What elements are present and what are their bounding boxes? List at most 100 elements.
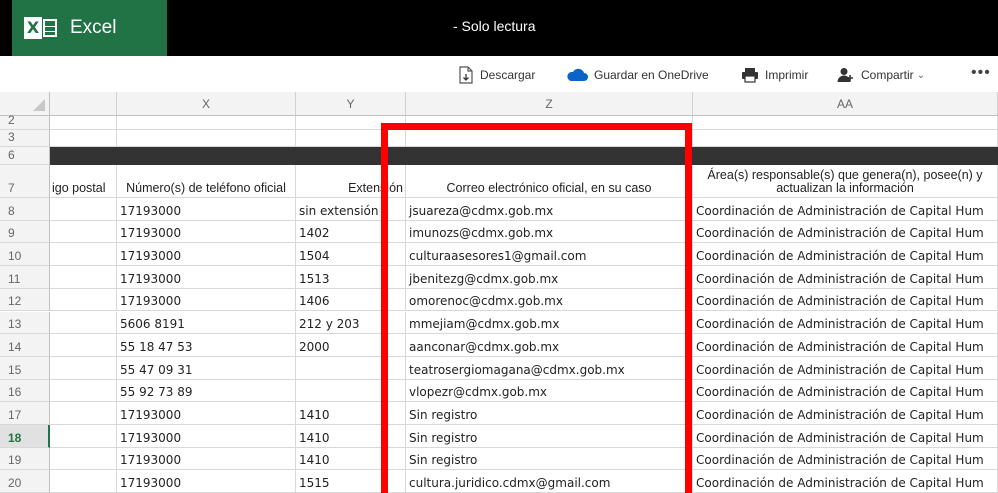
more-options-icon[interactable]: ••• xyxy=(971,64,991,82)
column-header-aa[interactable]: AA xyxy=(693,92,998,116)
cell[interactable] xyxy=(117,130,296,147)
column-header-z[interactable]: Z xyxy=(406,92,693,116)
cell[interactable] xyxy=(296,116,406,130)
column-header-y[interactable]: Y xyxy=(296,92,406,116)
cell[interactable] xyxy=(50,334,117,357)
excel-app-tile[interactable]: X Excel xyxy=(12,0,167,56)
row-header[interactable]: 9 xyxy=(0,220,50,244)
cell-x[interactable]: 17193000 xyxy=(117,198,296,221)
cell-y[interactable]: sin extensión xyxy=(296,198,406,221)
cell-z[interactable]: jsuareza@cdmx.gob.mx xyxy=(406,198,693,221)
header-cell-phone[interactable]: Número(s) de teléfono oficial xyxy=(117,165,296,198)
cell-y[interactable]: 1504 xyxy=(296,243,406,267)
cell-z[interactable]: Sin registro xyxy=(406,425,693,448)
cell-y[interactable]: 1406 xyxy=(296,288,406,312)
row-header[interactable]: 13 xyxy=(0,311,50,335)
row-header[interactable]: 18 xyxy=(0,425,50,448)
cell-aa[interactable]: Coordinación de Administración de Capita… xyxy=(693,379,998,403)
cell-y[interactable]: 212 y 203 xyxy=(296,311,406,335)
cell-y[interactable] xyxy=(296,379,406,403)
cell-aa[interactable]: Coordinación de Administración de Capita… xyxy=(693,311,998,335)
column-header-x[interactable]: X xyxy=(117,92,296,116)
cell-y[interactable]: 1410 xyxy=(296,425,406,448)
cell-x[interactable]: 55 47 09 31 xyxy=(117,356,296,380)
cell[interactable] xyxy=(693,130,998,147)
cell[interactable] xyxy=(406,130,693,147)
cell[interactable] xyxy=(117,116,296,130)
column-header-w[interactable] xyxy=(50,92,117,116)
cell-z[interactable]: omorenoc@cdmx.gob.mx xyxy=(406,288,693,312)
cell-z[interactable]: culturaasesores1@gmail.com xyxy=(406,243,693,267)
row-header[interactable]: 8 xyxy=(0,198,50,221)
cell[interactable] xyxy=(50,402,117,425)
cell-aa[interactable]: Coordinación de Administración de Capita… xyxy=(693,470,998,493)
header-cell-extension[interactable]: Extensión xyxy=(296,165,406,198)
cell-x[interactable]: 17193000 xyxy=(117,243,296,267)
cell[interactable] xyxy=(296,130,406,147)
row-header[interactable]: 7 xyxy=(0,165,50,198)
cell[interactable] xyxy=(50,447,117,471)
spreadsheet-grid[interactable]: X Y Z AA 2 3 6 7 igo postal Número(s) de… xyxy=(0,92,998,493)
row-header[interactable]: 3 xyxy=(0,130,50,147)
cell-z[interactable]: mmejiam@cdmx.gob.mx xyxy=(406,311,693,335)
cell-x[interactable]: 17193000 xyxy=(117,447,296,471)
cell-aa[interactable]: Coordinación de Administración de Capita… xyxy=(693,334,998,357)
cell-z[interactable]: teatrosergiomagana@cdmx.gob.mx xyxy=(406,356,693,380)
cell-y[interactable]: 1402 xyxy=(296,220,406,244)
cell-aa[interactable]: Coordinación de Administración de Capita… xyxy=(693,198,998,221)
cell-y[interactable]: 1410 xyxy=(296,402,406,425)
cell-x[interactable]: 17193000 xyxy=(117,402,296,425)
download-button[interactable]: Descargar xyxy=(458,65,535,85)
cell[interactable] xyxy=(50,425,117,448)
cell-z[interactable]: imunozs@cdmx.gob.mx xyxy=(406,220,693,244)
cell-x[interactable]: 17193000 xyxy=(117,425,296,448)
cell-y[interactable] xyxy=(296,356,406,380)
cell-aa[interactable]: Coordinación de Administración de Capita… xyxy=(693,220,998,244)
cell-y[interactable]: 2000 xyxy=(296,334,406,357)
cell-x[interactable]: 17193000 xyxy=(117,220,296,244)
header-cell-email[interactable]: Correo electrónico oficial, en su caso xyxy=(406,165,693,198)
cell-x[interactable]: 55 18 47 53 xyxy=(117,334,296,357)
header-cell-postal-code[interactable]: igo postal xyxy=(50,165,117,198)
cell[interactable] xyxy=(50,470,117,493)
cell[interactable] xyxy=(50,243,117,267)
row-header[interactable]: 10 xyxy=(0,243,50,267)
cell-x[interactable]: 5606 8191 xyxy=(117,311,296,335)
cell-aa[interactable]: Coordinación de Administración de Capita… xyxy=(693,266,998,289)
cell[interactable] xyxy=(50,266,117,289)
cell-x[interactable]: 17193000 xyxy=(117,288,296,312)
cell-x[interactable]: 17193000 xyxy=(117,266,296,289)
cell-y[interactable]: 1410 xyxy=(296,447,406,471)
share-button[interactable]: Compartir ⌄ xyxy=(837,65,925,85)
cell[interactable] xyxy=(693,116,998,130)
save-onedrive-button[interactable]: Guardar en OneDrive xyxy=(566,65,709,85)
cell-y[interactable]: 1515 xyxy=(296,470,406,493)
cell-x[interactable]: 17193000 xyxy=(117,470,296,493)
cell[interactable] xyxy=(50,116,117,130)
cell[interactable] xyxy=(50,130,117,147)
cell-z[interactable]: aanconar@cdmx.gob.mx xyxy=(406,334,693,357)
cell-z[interactable]: cultura.juridico.cdmx@gmail.com xyxy=(406,470,693,493)
row-header[interactable]: 2 xyxy=(0,113,50,130)
cell-aa[interactable]: Coordinación de Administración de Capita… xyxy=(693,288,998,312)
cell[interactable] xyxy=(50,198,117,221)
row-header[interactable]: 17 xyxy=(0,402,50,425)
cell-z[interactable]: Sin registro xyxy=(406,447,693,471)
cell-y[interactable]: 1513 xyxy=(296,266,406,289)
cell-aa[interactable]: Coordinación de Administración de Capita… xyxy=(693,425,998,448)
cell-aa[interactable]: Coordinación de Administración de Capita… xyxy=(693,402,998,425)
row-header[interactable]: 16 xyxy=(0,379,50,403)
header-cell-responsible-area[interactable]: Área(s) responsable(s) que genera(n), po… xyxy=(693,165,998,198)
cell[interactable] xyxy=(50,220,117,244)
row-header[interactable]: 12 xyxy=(0,288,50,312)
cell[interactable] xyxy=(50,311,117,335)
cell[interactable] xyxy=(50,356,117,380)
cell-aa[interactable]: Coordinación de Administración de Capita… xyxy=(693,356,998,380)
cell-z[interactable]: jbenitezg@cdmx.gob.mx xyxy=(406,266,693,289)
row-header[interactable]: 15 xyxy=(0,356,50,380)
cell-z[interactable]: vlopezr@cdmx.gob.mx xyxy=(406,379,693,403)
cell[interactable] xyxy=(50,288,117,312)
cell-x[interactable]: 55 92 73 89 xyxy=(117,379,296,403)
row-header[interactable]: 6 xyxy=(0,147,50,165)
row-header[interactable]: 20 xyxy=(0,470,50,493)
